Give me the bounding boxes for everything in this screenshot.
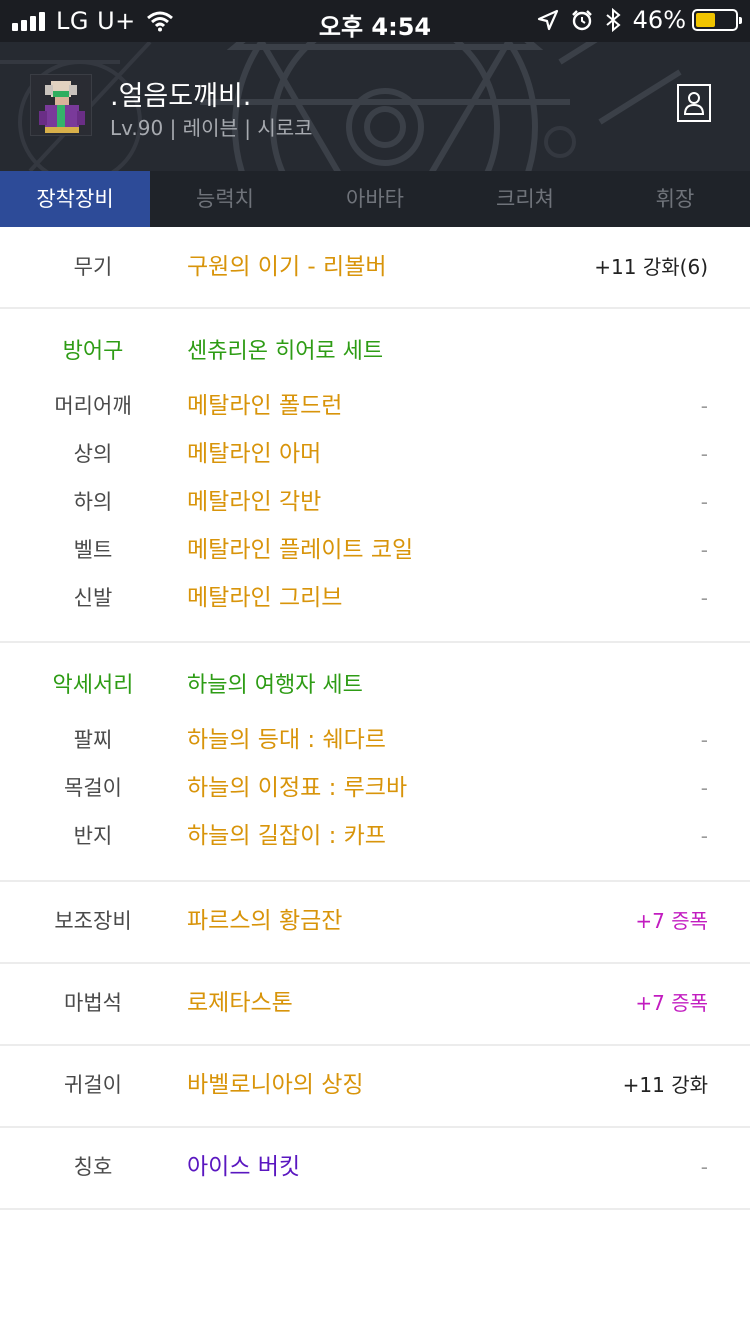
item-name: 메탈라인 각반 xyxy=(187,489,322,515)
enhance-level: - xyxy=(700,490,708,514)
accessory-set-row: 악세서리 하늘의 여행자 세트 xyxy=(0,662,750,710)
character-header: .얼음도깨비. Lv.90 | 레이븐 | 시로코 xyxy=(0,42,750,171)
slot-label: 목걸이 xyxy=(64,776,122,800)
slot-label: 하의 xyxy=(73,490,113,514)
enhance-level: - xyxy=(700,1155,708,1179)
earring-section: 귀걸이 바벨로니아의 상징 +11 강화 xyxy=(0,1046,750,1128)
enhance-level: - xyxy=(700,776,708,800)
enhance-level: - xyxy=(700,586,708,610)
slot-label: 칭호 xyxy=(73,1155,113,1179)
tab-avatar[interactable]: 아바타 xyxy=(300,171,450,227)
slot-label: 벨트 xyxy=(73,538,113,562)
item-name: 로제타스톤 xyxy=(187,990,293,1016)
alarm-icon xyxy=(571,10,592,31)
sub-equipment-section: 보조장비 파르스의 황금잔 +7 증폭 xyxy=(0,882,750,964)
accessory-section: 악세서리 하늘의 여행자 세트 팔찌 하늘의 등대 : 쉐다르 - 목걸이 하늘… xyxy=(0,643,750,882)
magic-stone-row[interactable]: 마법석 로제타스톤 +7 증폭 xyxy=(0,979,750,1027)
earring-row[interactable]: 귀걸이 바벨로니아의 상징 +11 강화 xyxy=(0,1061,750,1109)
equipment-list: 무기 구원의 이기 - 리볼버 +11 강화(6) 방어구 센츄리온 히어로 세… xyxy=(0,227,750,1210)
item-name: 하늘의 길잡이 : 카프 xyxy=(187,823,386,849)
amplify-level: +7 증폭 xyxy=(635,909,708,933)
enhance-level: +11 강화 xyxy=(622,1073,708,1097)
slot-label: 보조장비 xyxy=(54,909,132,933)
enhance-level: - xyxy=(700,728,708,752)
battery-percent: 46% xyxy=(632,6,686,34)
item-name: 메탈라인 아머 xyxy=(187,441,322,467)
slot-label: 귀걸이 xyxy=(64,1073,122,1097)
enhance-level: - xyxy=(700,824,708,848)
item-name: 메탈라인 그리브 xyxy=(187,585,343,611)
item-name: 메탈라인 플레이트 코일 xyxy=(187,537,414,563)
item-name: 바벨로니아의 상징 xyxy=(187,1072,364,1098)
tab-stats[interactable]: 능력치 xyxy=(150,171,300,227)
list-item[interactable]: 목걸이 하늘의 이정표 : 루크바 - xyxy=(0,764,750,812)
slot-label: 머리어깨 xyxy=(54,394,132,418)
slot-label: 무기 xyxy=(73,255,113,279)
item-name: 파르스의 황금잔 xyxy=(187,908,343,934)
item-name: 구원의 이기 - 리볼버 xyxy=(187,254,387,280)
slot-label: 상의 xyxy=(73,442,113,466)
armor-section: 방어구 센츄리온 히어로 세트 머리어깨 메탈라인 폴드런 - 상의 메탈라인 … xyxy=(0,309,750,643)
item-name: 메탈라인 폴드런 xyxy=(187,393,343,419)
slot-label: 반지 xyxy=(73,824,113,848)
slot-label: 팔찌 xyxy=(73,728,113,752)
status-right: 46% xyxy=(537,6,742,34)
tab-equipment[interactable]: 장착장비 xyxy=(0,171,150,227)
item-name: 아이스 버킷 xyxy=(187,1154,301,1180)
list-item[interactable]: 팔찌 하늘의 등대 : 쉐다르 - xyxy=(0,716,750,764)
tab-creature[interactable]: 크리쳐 xyxy=(450,171,600,227)
list-item[interactable]: 신발 메탈라인 그리브 - xyxy=(0,574,750,622)
list-item[interactable]: 하의 메탈라인 각반 - xyxy=(0,478,750,526)
location-icon xyxy=(537,9,558,31)
character-sprite xyxy=(31,75,91,135)
profile-button[interactable] xyxy=(677,84,711,122)
enhance-level: - xyxy=(700,538,708,562)
list-item[interactable]: 반지 하늘의 길잡이 : 카프 - xyxy=(0,812,750,860)
sub-equipment-row[interactable]: 보조장비 파르스의 황금잔 +7 증폭 xyxy=(0,897,750,945)
magic-stone-section: 마법석 로제타스톤 +7 증폭 xyxy=(0,964,750,1046)
list-item[interactable]: 상의 메탈라인 아머 - xyxy=(0,430,750,478)
set-name: 센츄리온 히어로 세트 xyxy=(187,339,384,364)
item-name: 하늘의 등대 : 쉐다르 xyxy=(187,727,386,753)
bluetooth-icon xyxy=(606,8,621,32)
armor-set-row: 방어구 센츄리온 히어로 세트 xyxy=(0,328,750,376)
status-bar: LG U+ 오후 4:54 46% xyxy=(0,0,750,42)
list-item[interactable]: 벨트 메탈라인 플레이트 코일 - xyxy=(0,526,750,574)
list-item[interactable]: 머리어깨 메탈라인 폴드런 - xyxy=(0,382,750,430)
title-section: 칭호 아이스 버킷 - xyxy=(0,1128,750,1210)
amplify-level: +7 증폭 xyxy=(635,991,708,1015)
item-name: 하늘의 이정표 : 루크바 xyxy=(187,775,408,801)
set-name: 하늘의 여행자 세트 xyxy=(187,673,363,698)
person-icon xyxy=(683,92,705,115)
character-info: Lv.90 | 레이븐 | 시로코 xyxy=(110,116,313,140)
enhance-level: +11 강화(6) xyxy=(594,255,708,279)
tab-insignia[interactable]: 휘장 xyxy=(600,171,750,227)
weapon-section: 무기 구원의 이기 - 리볼버 +11 강화(6) xyxy=(0,227,750,309)
section-label: 방어구 xyxy=(62,339,124,364)
enhance-level: - xyxy=(700,442,708,466)
enhance-level: - xyxy=(700,394,708,418)
slot-label: 마법석 xyxy=(64,991,122,1015)
weapon-row[interactable]: 무기 구원의 이기 - 리볼버 +11 강화(6) xyxy=(0,243,750,291)
battery-fill xyxy=(696,13,716,27)
character-name: .얼음도깨비. xyxy=(110,81,252,112)
slot-label: 신발 xyxy=(73,586,113,610)
title-row[interactable]: 칭호 아이스 버킷 - xyxy=(0,1143,750,1191)
section-label: 악세서리 xyxy=(52,673,134,698)
character-avatar xyxy=(30,74,92,136)
tab-bar: 장착장비 능력치 아바타 크리쳐 휘장 xyxy=(0,171,750,227)
battery-icon xyxy=(692,9,742,31)
